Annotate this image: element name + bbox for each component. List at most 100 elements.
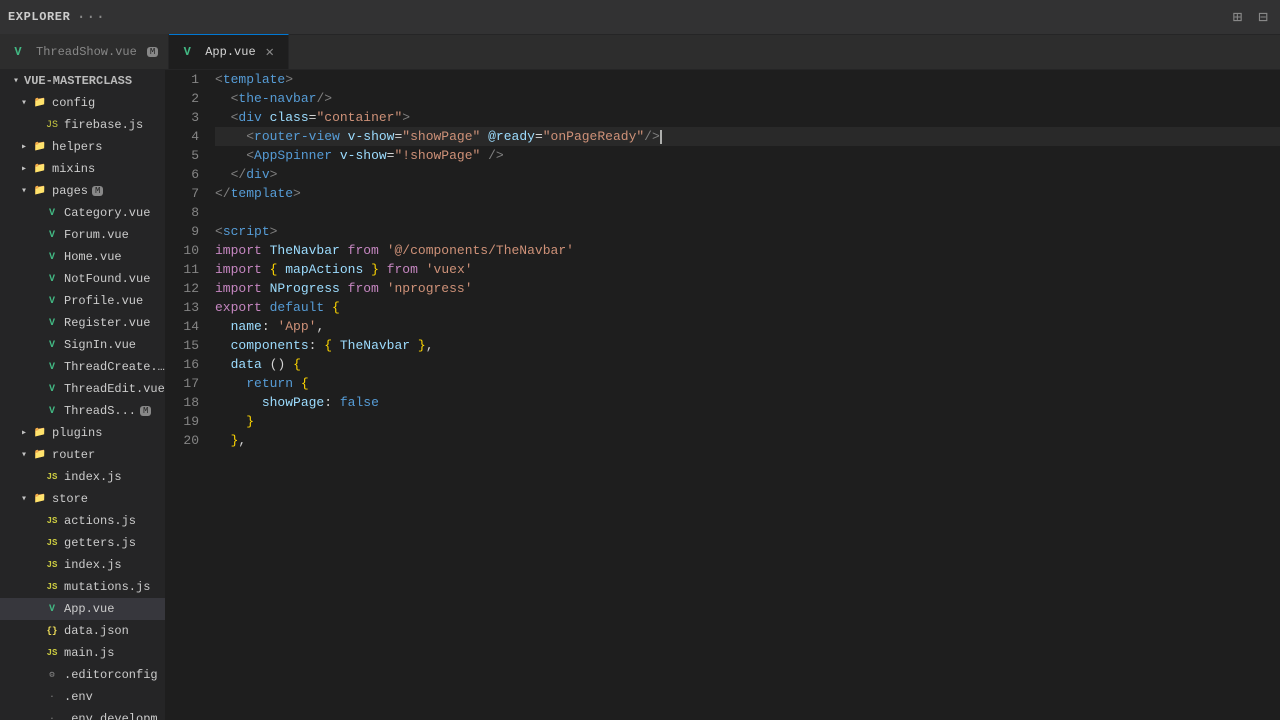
sidebar-item-threadcreate[interactable]: ▸ V ThreadCreate... xyxy=(0,356,165,378)
sidebar-item-store[interactable]: ▾ 📁 store xyxy=(0,488,165,510)
sidebar-item-signin[interactable]: ▸ V SignIn.vue xyxy=(0,334,165,356)
close-tab-button[interactable]: ✕ xyxy=(262,44,278,60)
sidebar-item-actions[interactable]: ▸ JS actions.js xyxy=(0,510,165,532)
forum-label: Forum.vue xyxy=(64,228,129,242)
sidebar-item-forum[interactable]: ▸ V Forum.vue xyxy=(0,224,165,246)
sidebar-item-env[interactable]: ▸ · .env xyxy=(0,686,165,708)
tab-threadshow-vue[interactable]: V ThreadShow.vue M xyxy=(0,34,169,69)
sidebar-item-mixins[interactable]: ▸ 📁 mixins xyxy=(0,158,165,180)
sidebar-item-mainjs[interactable]: ▸ JS main.js xyxy=(0,642,165,664)
json-icon: {} xyxy=(44,623,60,639)
sidebar-item-threadedit[interactable]: ▸ V ThreadEdit.vue xyxy=(0,378,165,400)
vue-icon-active: V xyxy=(179,44,195,60)
layout-icon[interactable]: ⊟ xyxy=(1254,5,1272,29)
split-editor-icon[interactable]: ⊞ xyxy=(1229,5,1247,29)
tab-label-threadshow: ThreadShow.vue xyxy=(36,45,137,59)
chevron-right-icon: ▸ xyxy=(16,425,32,441)
vue-icon: V xyxy=(44,249,60,265)
code-line: <template> xyxy=(215,70,1280,89)
router-label: router xyxy=(52,448,95,462)
code-editor[interactable]: 1234567891011121314151617181920 <templat… xyxy=(165,70,1280,720)
sidebar-item-getters[interactable]: ▸ JS getters.js xyxy=(0,532,165,554)
vue-icon: V xyxy=(10,44,26,60)
sidebar-item-mutations[interactable]: ▸ JS mutations.js xyxy=(0,576,165,598)
store-index-label: index.js xyxy=(64,558,122,572)
mixins-label: mixins xyxy=(52,162,95,176)
chevron-down-icon: ▾ xyxy=(16,491,32,507)
js-icon: JS xyxy=(44,469,60,485)
line-number: 14 xyxy=(165,317,199,336)
sidebar-item-threads[interactable]: ▸ V ThreadS... M xyxy=(0,400,165,422)
js-icon: JS xyxy=(44,557,60,573)
env-dev-icon: · xyxy=(44,711,60,720)
folder-icon: 📁 xyxy=(32,139,48,155)
code-line: import { mapActions } from 'vuex' xyxy=(215,260,1280,279)
chevron-right-icon: ▸ xyxy=(16,139,32,155)
line-number: 19 xyxy=(165,412,199,431)
sidebar-item-router[interactable]: ▾ 📁 router xyxy=(0,444,165,466)
line-number: 5 xyxy=(165,146,199,165)
sidebar-item-router-index[interactable]: ▸ JS index.js xyxy=(0,466,165,488)
code-line: } xyxy=(215,412,1280,431)
folder-icon: 📁 xyxy=(32,447,48,463)
sidebar-item-config[interactable]: ▾ 📁 config xyxy=(0,92,165,114)
plugins-label: plugins xyxy=(52,426,102,440)
line-numbers: 1234567891011121314151617181920 xyxy=(165,70,207,720)
env-dev-label: .env.development xyxy=(64,712,165,720)
code-line: showPage: false xyxy=(215,393,1280,412)
chevron-down-icon: ▾ xyxy=(16,95,32,111)
vue-icon: V xyxy=(44,205,60,221)
register-label: Register.vue xyxy=(64,316,150,330)
sidebar-item-plugins[interactable]: ▸ 📁 plugins xyxy=(0,422,165,444)
main-layout: ▾ VUE-MASTERCLASS ▾ 📁 config ▸ JS fireba… xyxy=(0,70,1280,720)
line-number: 17 xyxy=(165,374,199,393)
sidebar-item-firebase[interactable]: ▸ JS firebase.js xyxy=(0,114,165,136)
home-label: Home.vue xyxy=(64,250,122,264)
env-label: .env xyxy=(64,690,93,704)
category-label: Category.vue xyxy=(64,206,150,220)
mainjs-label: main.js xyxy=(64,646,114,660)
line-number: 8 xyxy=(165,203,199,222)
pages-modified-badge: M xyxy=(92,186,103,196)
line-number: 7 xyxy=(165,184,199,203)
explorer-menu-icon[interactable]: ··· xyxy=(76,8,105,26)
threads-modified-badge: M xyxy=(140,406,151,416)
vue-icon: V xyxy=(44,403,60,419)
chevron-down-icon: ▾ xyxy=(16,183,32,199)
line-number: 13 xyxy=(165,298,199,317)
helpers-label: helpers xyxy=(52,140,102,154)
line-number: 20 xyxy=(165,431,199,450)
tab-app-vue[interactable]: V App.vue ✕ xyxy=(169,34,288,69)
line-number: 6 xyxy=(165,165,199,184)
env-icon: · xyxy=(44,689,60,705)
code-line: }, xyxy=(215,431,1280,450)
vue-icon: V xyxy=(44,227,60,243)
line-number: 1 xyxy=(165,70,199,89)
line-number: 11 xyxy=(165,260,199,279)
sidebar-item-store-index[interactable]: ▸ JS index.js xyxy=(0,554,165,576)
profile-label: Profile.vue xyxy=(64,294,143,308)
code-line xyxy=(215,203,1280,222)
sidebar-item-helpers[interactable]: ▸ 📁 helpers xyxy=(0,136,165,158)
datajson-label: data.json xyxy=(64,624,129,638)
sidebar-item-category[interactable]: ▸ V Category.vue xyxy=(0,202,165,224)
sidebar-item-env-development[interactable]: ▸ · .env.development xyxy=(0,708,165,720)
store-label: store xyxy=(52,492,88,506)
sidebar-item-notfound[interactable]: ▸ V NotFound.vue xyxy=(0,268,165,290)
root-label: VUE-MASTERCLASS xyxy=(24,74,132,88)
sidebar-item-editorconfig[interactable]: ▸ ⚙ .editorconfig xyxy=(0,664,165,686)
sidebar-item-datajson[interactable]: ▸ {} data.json xyxy=(0,620,165,642)
router-index-label: index.js xyxy=(64,470,122,484)
sidebar-item-root[interactable]: ▾ VUE-MASTERCLASS xyxy=(0,70,165,92)
line-number: 4 xyxy=(165,127,199,146)
sidebar-item-register[interactable]: ▸ V Register.vue xyxy=(0,312,165,334)
vue-icon: V xyxy=(44,601,60,617)
getters-label: getters.js xyxy=(64,536,136,550)
sidebar-item-profile[interactable]: ▸ V Profile.vue xyxy=(0,290,165,312)
line-number: 2 xyxy=(165,89,199,108)
text-cursor xyxy=(660,130,662,144)
sidebar-item-home[interactable]: ▸ V Home.vue xyxy=(0,246,165,268)
sidebar-item-appvue[interactable]: ▸ V App.vue xyxy=(0,598,165,620)
sidebar-item-pages[interactable]: ▾ 📁 pages M xyxy=(0,180,165,202)
code-line: return { xyxy=(215,374,1280,393)
